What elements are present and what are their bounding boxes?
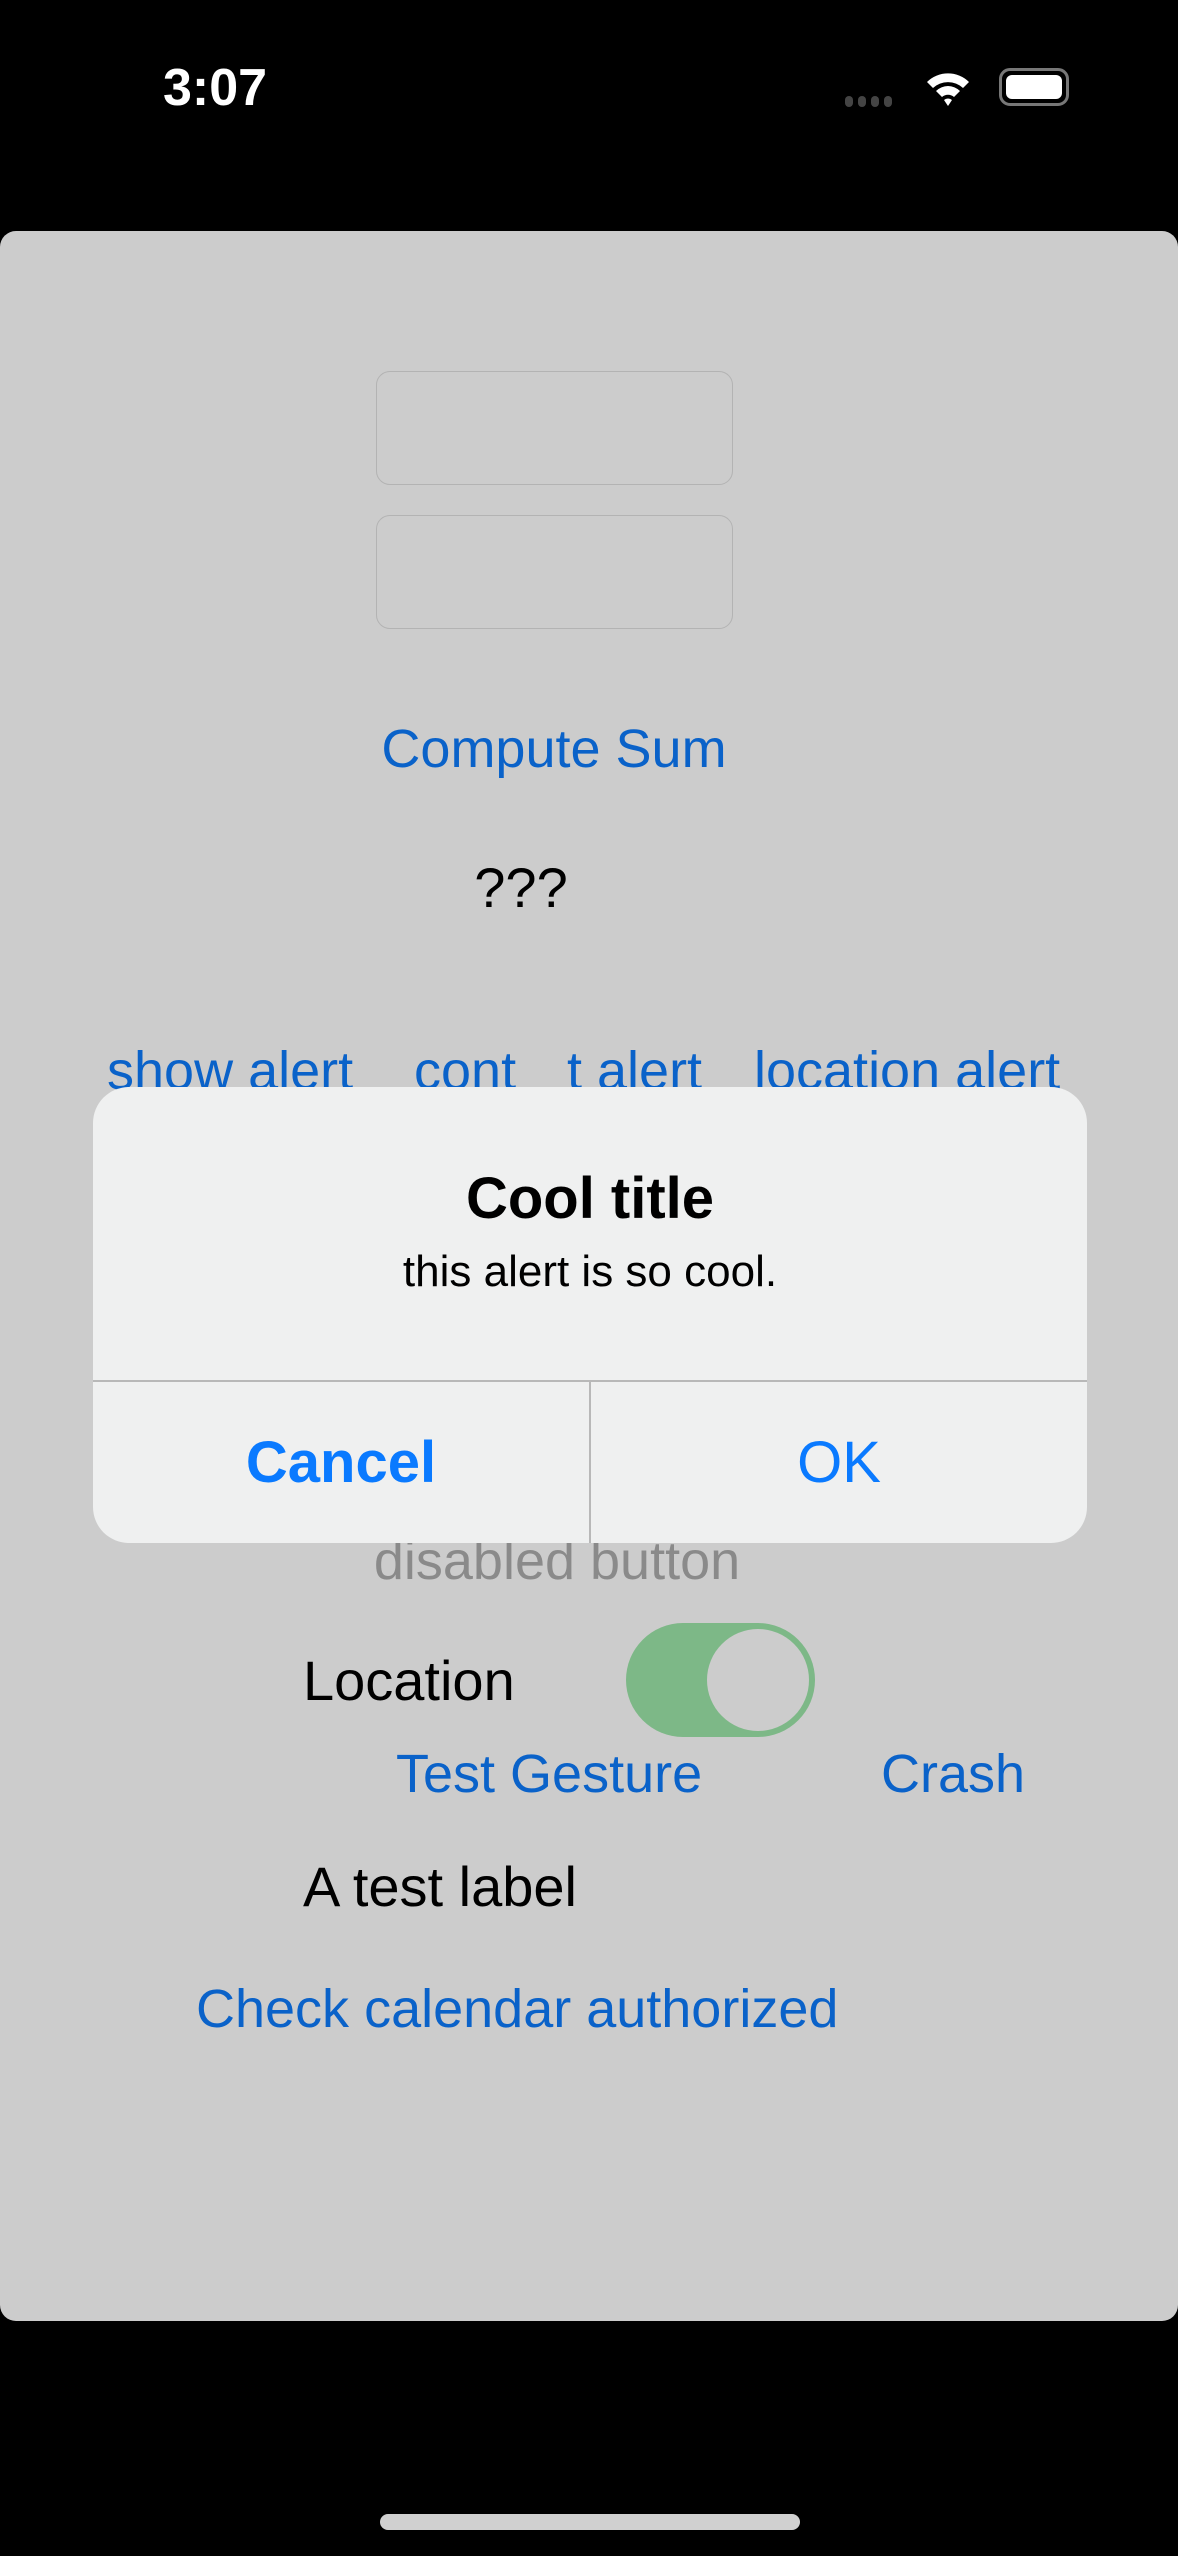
compute-sum-button[interactable]: Compute Sum (381, 718, 726, 780)
location-toggle[interactable] (626, 1623, 815, 1737)
alert-cancel-button[interactable]: Cancel (93, 1382, 589, 1543)
result-label: ??? (474, 856, 568, 919)
toggle-knob (707, 1629, 809, 1731)
test-gesture-button[interactable]: Test Gesture (396, 1743, 702, 1805)
alert-title: Cool title (465, 1166, 715, 1231)
crash-button[interactable]: Crash (881, 1743, 1025, 1805)
battery-icon (999, 68, 1069, 106)
check-calendar-button[interactable]: Check calendar authorized (196, 1978, 838, 2040)
signal-dots-icon (845, 96, 892, 107)
alert-ok-button[interactable]: OK (591, 1382, 1087, 1543)
number-field-2[interactable] (376, 515, 733, 629)
location-label: Location (303, 1649, 515, 1712)
alert-message: this alert is so cool. (402, 1247, 778, 1296)
test-label: A test label (303, 1855, 577, 1918)
wifi-icon (927, 73, 969, 106)
home-indicator[interactable] (380, 2514, 800, 2530)
alert-dialog: Cool title this alert is so cool. Cancel… (93, 1087, 1087, 1543)
status-time: 3:07 (163, 59, 268, 117)
number-field-1[interactable] (376, 371, 733, 485)
